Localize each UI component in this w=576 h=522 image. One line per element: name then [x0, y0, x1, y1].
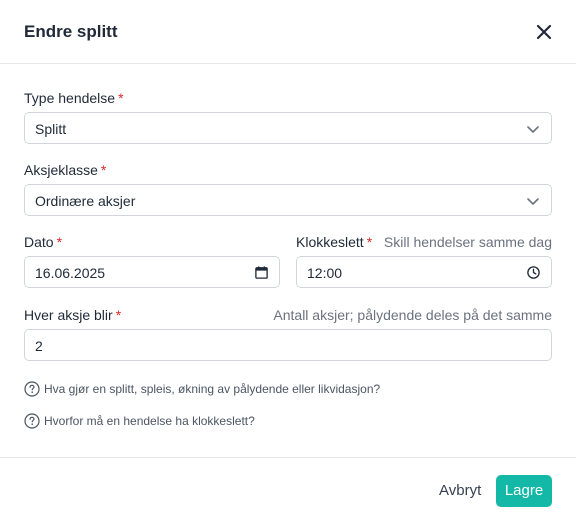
time-label: Klokkeslett * — [296, 234, 372, 250]
close-icon — [536, 24, 552, 40]
required-mark: * — [115, 307, 122, 323]
date-input-value: 16.06.2025 — [35, 265, 106, 281]
question-circle-icon — [24, 381, 40, 397]
dialog-footer: Avbryt Lagre — [0, 457, 576, 522]
chevron-down-icon — [527, 126, 539, 133]
dialog-header: Endre splitt — [0, 0, 576, 64]
help-link-text: Hvorfor må en hendelse ha klokkeslett? — [44, 414, 255, 428]
required-mark: * — [56, 234, 63, 250]
share-class-label: Aksjeklasse * — [24, 162, 106, 178]
time-input[interactable]: 12:00 — [296, 256, 552, 288]
save-button[interactable]: Lagre — [496, 475, 552, 507]
question-circle-icon — [24, 413, 40, 429]
cancel-button[interactable]: Avbryt — [431, 475, 489, 507]
each-share-input[interactable]: 2 — [24, 329, 552, 361]
share-class-select[interactable]: Ordinære aksjer — [24, 184, 552, 216]
calendar-icon[interactable] — [254, 265, 269, 280]
date-input[interactable]: 16.06.2025 — [24, 256, 280, 288]
type-label-text: Type hendelse — [24, 90, 116, 106]
each-share-hint: Antall aksjer; pålydende deles på det sa… — [273, 307, 552, 323]
type-select-value: Splitt — [35, 121, 67, 137]
type-label: Type hendelse * — [24, 90, 124, 106]
time-hint: Skill hendelser samme dag — [383, 234, 552, 250]
each-share-input-value: 2 — [35, 338, 43, 354]
chevron-down-icon — [527, 198, 539, 205]
help-link-split[interactable]: Hva gjør en splitt, spleis, økning av på… — [24, 380, 380, 398]
required-mark: * — [118, 90, 124, 106]
close-button[interactable] — [532, 20, 556, 44]
help-link-time[interactable]: Hvorfor må en hendelse ha klokkeslett? — [24, 412, 255, 430]
required-mark: * — [366, 234, 373, 250]
each-share-label: Hver aksje blir * — [24, 307, 121, 323]
each-share-label-text: Hver aksje blir — [24, 307, 113, 323]
time-label-text: Klokkeslett — [296, 234, 364, 250]
required-mark: * — [100, 162, 107, 178]
date-label-text: Dato — [24, 234, 54, 250]
date-label: Dato * — [24, 234, 62, 250]
type-select[interactable]: Splitt — [24, 112, 552, 144]
dialog-title: Endre splitt — [24, 22, 118, 41]
time-input-value: 12:00 — [307, 265, 343, 281]
help-link-text: Hva gjør en splitt, spleis, økning av på… — [44, 382, 381, 396]
clock-icon[interactable] — [526, 265, 541, 280]
share-class-label-text: Aksjeklasse — [24, 162, 98, 178]
share-class-select-value: Ordinære aksjer — [35, 193, 136, 209]
edit-split-dialog: Endre splitt Type hendelse * Splitt Aksje… — [0, 0, 576, 522]
